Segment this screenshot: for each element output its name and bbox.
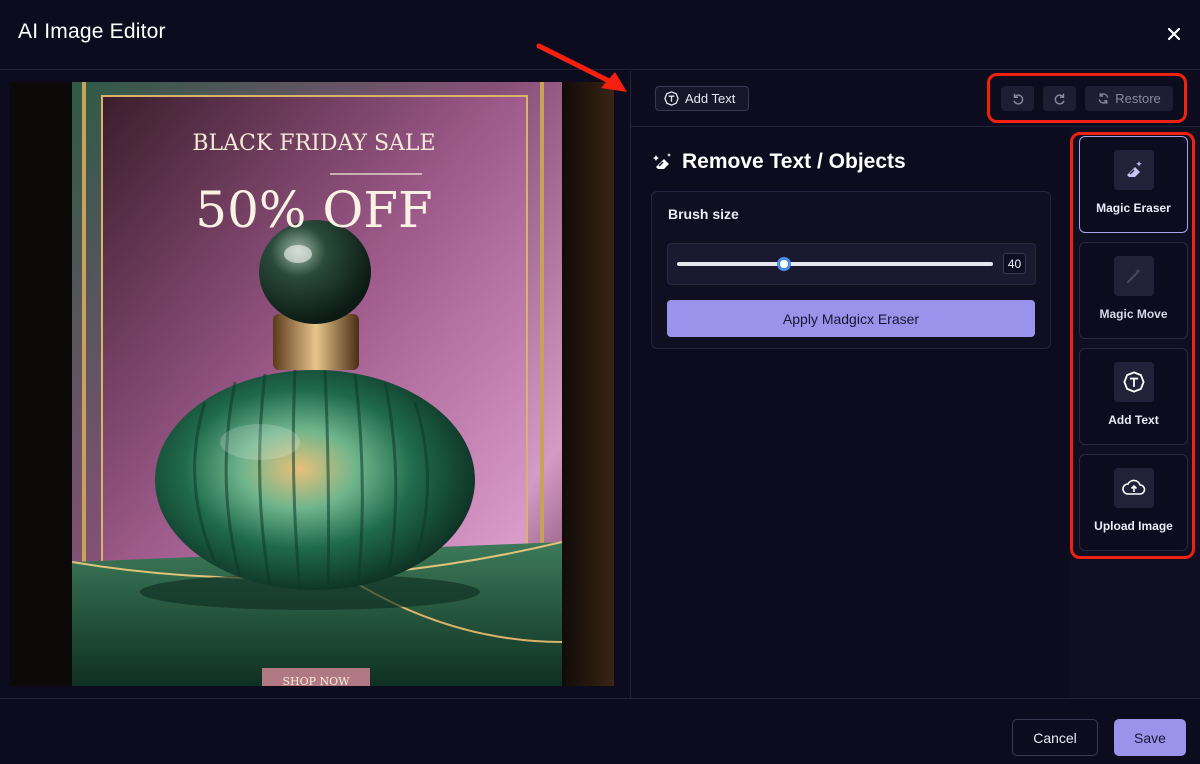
panel-title-text: Remove Text / Objects — [682, 150, 906, 173]
add-text-button[interactable]: Add Text — [655, 86, 749, 111]
ad-cta: SHOP NOW — [283, 675, 351, 686]
brush-size-label: Brush size — [668, 206, 739, 222]
annotation-highlight-tools — [1070, 132, 1195, 559]
ad-headline: BLACK FRIDAY SALE — [192, 131, 435, 156]
close-icon — [1167, 27, 1181, 41]
annotation-arrow-icon — [536, 43, 627, 92]
magic-eraser-icon — [653, 153, 671, 169]
ad-offer: 50% OFF — [195, 181, 432, 239]
perfume-ad-image: BLACK FRIDAY SALE 50% OFF SHOP NOW — [10, 82, 614, 686]
panel-divider — [630, 71, 631, 698]
save-button[interactable]: Save — [1114, 719, 1186, 756]
brush-size-slider-track[interactable] — [677, 262, 993, 266]
add-text-button-label: Add Text — [685, 91, 736, 106]
annotation-highlight-history — [987, 73, 1187, 123]
dialog-title: AI Image Editor — [18, 20, 166, 43]
cancel-button[interactable]: Cancel — [1012, 719, 1098, 756]
image-canvas[interactable]: BLACK FRIDAY SALE 50% OFF SHOP NOW — [10, 82, 614, 686]
close-button[interactable] — [1160, 20, 1188, 48]
text-ai-icon — [664, 91, 679, 106]
brush-size-value[interactable]: 40 — [1003, 253, 1026, 274]
apply-eraser-button[interactable]: Apply Madgicx Eraser — [667, 300, 1035, 337]
panel-title: Remove Text / Objects — [652, 150, 906, 174]
